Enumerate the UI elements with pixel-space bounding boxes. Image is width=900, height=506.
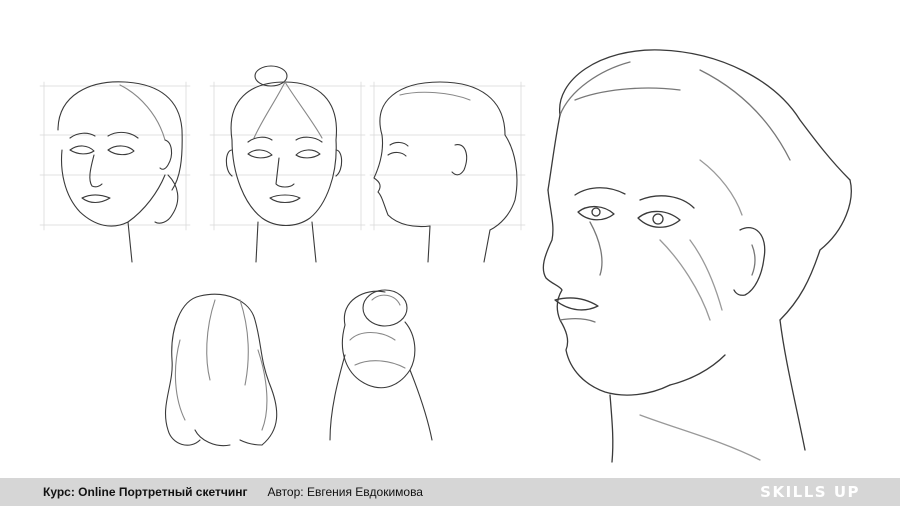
large-head-portrait-sketch [543, 50, 851, 462]
author-name: Автор: Евгения Евдокимова [267, 485, 423, 499]
head-three-quarter-view-sketch [40, 82, 190, 262]
head-profile-view-sketch [370, 82, 525, 262]
sketch-canvas [0, 0, 900, 478]
hair-bun-back-view-sketch [330, 290, 432, 440]
course-title: Курс: Online Портретный скетчинг [43, 485, 248, 499]
head-front-view-sketch [210, 66, 365, 262]
footer-bar: Курс: Online Портретный скетчинг Автор: … [0, 478, 900, 506]
long-wavy-hair-sketch [166, 294, 277, 445]
brand-logo: SKILLS UP [760, 483, 860, 501]
